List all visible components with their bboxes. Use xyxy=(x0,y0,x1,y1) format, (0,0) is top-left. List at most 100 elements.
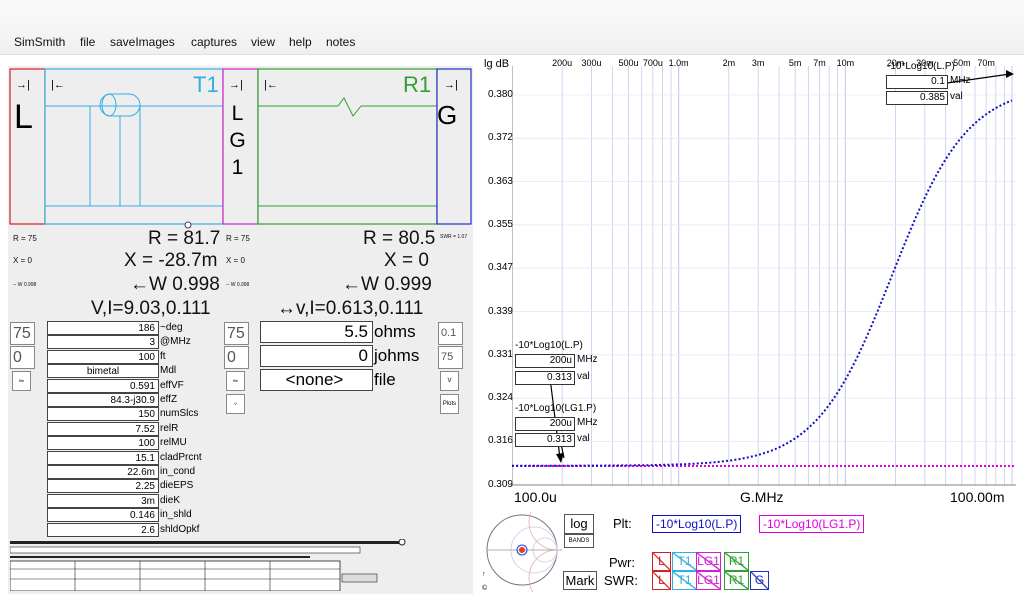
marker1-val-unit: val xyxy=(577,371,590,382)
t1-param-value[interactable]: 7.52 xyxy=(47,421,159,436)
load-x: X = 0 xyxy=(13,256,32,265)
marker3-mhz-field[interactable]: 0.1 xyxy=(886,75,948,89)
t1-label: T1 xyxy=(193,72,219,97)
t1-param-value[interactable]: bimetal xyxy=(47,364,159,379)
t1-param-value[interactable]: 3m xyxy=(47,493,159,508)
swr-toggle-g[interactable]: G xyxy=(750,571,769,590)
menu-view[interactable]: view xyxy=(251,35,275,49)
r1-label: R1 xyxy=(403,72,432,97)
load-r-spinner[interactable]: 75 xyxy=(10,322,35,345)
t1-param-value[interactable]: 15.1 xyxy=(47,450,159,465)
lg1-small-w: -- W 0.998 xyxy=(226,282,250,288)
r1-vi: ↔v,I=0.613,0.111 xyxy=(277,298,424,319)
r1-johms-label: johms xyxy=(374,346,420,365)
svg-text:↑: ↑ xyxy=(482,571,486,578)
t1-param-value[interactable]: 0.146 xyxy=(47,508,159,523)
swr-label: SWR: xyxy=(604,573,638,588)
swr-toggle-t1[interactable]: T1 xyxy=(672,571,697,590)
t1-param-value[interactable]: 2.6 xyxy=(47,522,159,537)
load-small-w: -- W 0.998 xyxy=(13,282,37,288)
marker1-val-field[interactable]: 0.313 xyxy=(515,371,575,385)
r1-ohms-field[interactable]: 5.5 xyxy=(260,321,373,343)
lg1-x-spinner[interactable]: 0 xyxy=(224,346,249,369)
t1-w: ←W 0.998 xyxy=(130,274,220,295)
t1-param-value[interactable]: 100 xyxy=(47,436,159,451)
marker3-val-unit: val xyxy=(950,91,963,102)
smith-chart-thumbnail[interactable]: ↑ © xyxy=(482,512,562,592)
lg1-r-spinner[interactable]: 75 xyxy=(224,322,249,345)
t1-param-value[interactable]: 2.25 xyxy=(47,479,159,494)
t1-param-value[interactable]: 22.6m xyxy=(47,465,159,479)
gen-v-button[interactable]: V xyxy=(440,371,459,391)
smith-point xyxy=(519,547,525,553)
load-file-button[interactable]: file xyxy=(12,371,31,391)
t1-vi: V,I=9.03,0.111 xyxy=(91,298,211,319)
pwr-toggle-l[interactable]: L xyxy=(652,552,671,571)
pwr-toggle-lg1[interactable]: LG1 xyxy=(696,552,721,571)
marker2-mhz-unit: MHz xyxy=(577,417,598,428)
marker2-val-field[interactable]: 0.313 xyxy=(515,433,575,447)
marker1-mhz-field[interactable]: 200u xyxy=(515,354,575,368)
svg-text:|←: |← xyxy=(264,79,278,91)
gen-spinner-2[interactable]: 75 xyxy=(438,346,463,369)
t1-param-label: relMU xyxy=(160,437,187,449)
menu-file[interactable]: file xyxy=(80,35,95,49)
menu-help[interactable]: help xyxy=(289,35,312,49)
gen-plots-button[interactable]: Plots xyxy=(440,394,459,414)
swr-toggle-lg1[interactable]: LG1 xyxy=(696,571,721,590)
t1-param-label: dieK xyxy=(160,494,181,506)
pwr-toggle-t1[interactable]: T1 xyxy=(672,552,697,571)
x-tick-label: 5m xyxy=(788,58,802,68)
log-button[interactable]: log xyxy=(564,514,594,534)
mark-button[interactable]: Mark xyxy=(563,571,597,590)
gen-letter: G xyxy=(437,100,458,130)
r1-x: X = 0 xyxy=(384,250,429,271)
plt-lp-button[interactable]: -10*Log10(L.P) xyxy=(652,515,742,533)
swr-toggle-r1[interactable]: R1 xyxy=(724,571,749,590)
menu-captures[interactable]: captures xyxy=(191,35,237,49)
t1-param-value[interactable]: 84.3-j30.9 xyxy=(47,393,159,407)
lg1-file-button[interactable]: file xyxy=(226,371,245,391)
t1-param-label: in_cond xyxy=(160,466,196,477)
r1-johms-field[interactable]: 0 xyxy=(260,345,373,367)
lg1-v-button[interactable]: V xyxy=(226,394,245,414)
t1-param-value[interactable]: 150 xyxy=(47,407,159,422)
y-tick-label: 0.347 xyxy=(487,262,513,274)
t1-param-value[interactable]: 0.591 xyxy=(47,378,159,393)
plt-lg1p-button[interactable]: -10*Log10(LG1.P) xyxy=(759,515,865,533)
x-tick-label: 500u xyxy=(618,58,639,68)
menu-saveimages[interactable]: saveImages xyxy=(110,35,175,49)
t1-param-value[interactable]: 3 xyxy=(47,335,159,350)
swr-toggle-l[interactable]: L xyxy=(652,571,671,590)
marker2-mhz-field[interactable]: 200u xyxy=(515,417,575,431)
x-tick-label: 200u xyxy=(552,58,573,68)
y-tick-label: 0.339 xyxy=(487,305,513,317)
t1-param-value[interactable]: 186 xyxy=(47,321,159,335)
y-tick-label: 0.324 xyxy=(487,392,513,404)
load-box xyxy=(9,68,46,225)
r1-w: ←W 0.999 xyxy=(342,274,432,295)
menu-bar: SimSmith file saveImages captures view h… xyxy=(0,0,1024,55)
t1-x: X = -28.7m xyxy=(124,250,218,271)
y-axis-label: lg dB xyxy=(484,58,510,70)
menu-simsmith[interactable]: SimSmith xyxy=(14,35,65,49)
gen-box xyxy=(436,68,472,225)
x-tick-label: 300u xyxy=(581,58,602,68)
load-x-spinner[interactable]: 0 xyxy=(10,346,35,369)
r1-r: R = 80.5 xyxy=(363,228,436,249)
t1-left-arrow-icon: |← xyxy=(51,79,65,91)
pwr-toggle-r1[interactable]: R1 xyxy=(724,552,749,571)
x-start-label: 100.0u xyxy=(514,489,557,505)
gen-spinner-1[interactable]: 0.1 xyxy=(438,322,463,345)
menu-notes[interactable]: notes xyxy=(326,35,355,49)
t1-param-label: dieEPS xyxy=(160,480,194,492)
r1-file-field[interactable]: <none> xyxy=(260,369,373,391)
t1-param-label: effZ xyxy=(160,394,178,405)
t1-param-value[interactable]: 100 xyxy=(47,349,159,364)
y-tick-label: 0.331 xyxy=(487,348,513,360)
bands-button[interactable]: BANDS xyxy=(564,534,594,548)
marker3-val-field[interactable]: 0.385 xyxy=(886,91,948,105)
t1-param-label: cladPrcnt xyxy=(160,451,202,463)
t1-param-label: relR xyxy=(160,422,179,434)
svg-text:→|: →| xyxy=(229,79,243,91)
